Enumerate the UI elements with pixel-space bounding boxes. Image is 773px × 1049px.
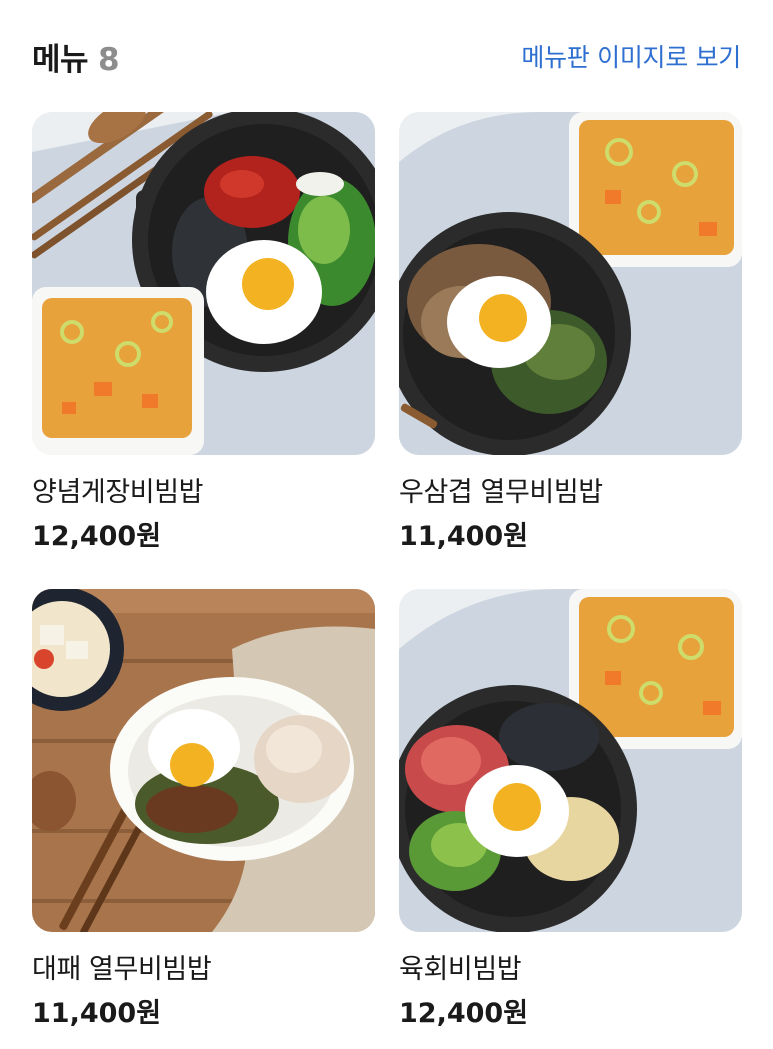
menu-item-card[interactable]: 대패 열무비빔밥 11,400원: [32, 589, 375, 1032]
bibimbap-pork-photo-icon: [32, 589, 375, 932]
menu-section-header: 메뉴 8 메뉴판 이미지로 보기: [32, 30, 741, 82]
menu-item-photo[interactable]: [32, 112, 375, 455]
menu-item-name: 대패 열무비빔밥: [32, 954, 212, 985]
menu-grid: 양념게장비빔밥 12,400원 우삼겹 열무비빔밥 11,400원 대패 열무비…: [32, 112, 742, 1032]
menu-count: 8: [98, 41, 120, 78]
view-menu-image-link[interactable]: 메뉴판 이미지로 보기: [521, 38, 741, 74]
menu-item-photo[interactable]: [399, 112, 742, 455]
bibimbap-beef-tartare-photo-icon: [399, 589, 742, 932]
menu-item-photo[interactable]: [399, 589, 742, 932]
bibimbap-beef-brisket-photo-icon: [399, 112, 742, 455]
menu-item-price: 12,400원: [399, 998, 529, 1029]
menu-item-price: 12,400원: [32, 521, 162, 552]
menu-item-price: 11,400원: [399, 521, 529, 552]
menu-item-name: 양념게장비빔밥: [32, 477, 204, 508]
bibimbap-crab-photo-icon: [32, 112, 375, 455]
section-title: 메뉴: [32, 41, 89, 78]
menu-item-card[interactable]: 양념게장비빔밥 12,400원: [32, 112, 375, 555]
menu-item-name: 우삼겹 열무비빔밥: [399, 477, 603, 508]
menu-item-price: 11,400원: [32, 998, 162, 1029]
menu-title-group: 메뉴 8: [32, 34, 120, 79]
menu-item-card[interactable]: 육회비빔밥 12,400원: [399, 589, 742, 1032]
menu-item-card[interactable]: 우삼겹 열무비빔밥 11,400원: [399, 112, 742, 555]
menu-item-photo[interactable]: [32, 589, 375, 932]
menu-item-name: 육회비빔밥: [399, 954, 522, 985]
